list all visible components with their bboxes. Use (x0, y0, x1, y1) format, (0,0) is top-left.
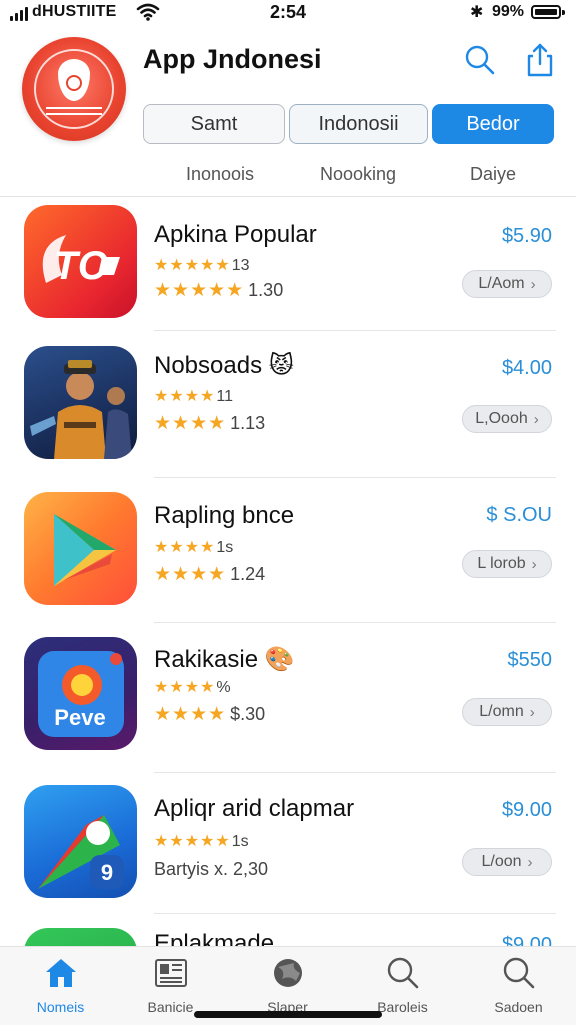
segment-samt[interactable]: Samt (143, 104, 285, 144)
page-title: App Jndonesi (143, 44, 322, 74)
rating-stars: ★★★★ $.30 (154, 704, 266, 725)
app-price: $9.00 (501, 799, 552, 821)
chevron-right-icon: › (531, 555, 537, 573)
chevron-right-icon: › (529, 703, 535, 721)
battery-icon (531, 5, 561, 19)
app-price: $550 (507, 649, 553, 671)
row-divider (154, 477, 556, 478)
svg-text:Peve: Peve (54, 705, 105, 730)
subtab-daiye[interactable]: Daiye (470, 164, 516, 185)
app-price: $5.90 (501, 225, 552, 247)
app-logo (22, 37, 126, 141)
share-icon[interactable] (522, 42, 558, 78)
tab-search-2[interactable]: Sadoen (461, 947, 576, 1025)
rating-stars-small: ★★★★% (154, 679, 231, 696)
app-name: Apkina Popular (154, 221, 317, 248)
row-divider (154, 913, 556, 914)
app-icon-apkina: TC (24, 205, 137, 318)
get-button[interactable]: L/Aom › (462, 270, 552, 298)
svg-text:TC: TC (53, 244, 107, 288)
news-icon (155, 959, 187, 987)
app-icon-eplakmade (24, 928, 137, 946)
search-icon (387, 957, 419, 989)
rating-stars: ★★★★ 1.13 (154, 413, 266, 434)
segment-indonosii[interactable]: Indonosii (289, 104, 428, 144)
subtab-noooking[interactable]: Noooking (320, 164, 396, 185)
search-icon (503, 957, 535, 989)
battery-percent: 99% (492, 3, 525, 20)
battery-tip (562, 10, 565, 15)
rating-stars: ★★★★★ 1.30 (154, 280, 284, 301)
bluetooth-icon: ✱ (470, 4, 484, 21)
chevron-right-icon: › (527, 853, 533, 871)
get-button[interactable]: L/omn › (462, 698, 552, 726)
app-icon-nobsoads (24, 346, 137, 459)
app-icon-apliqr: 9 (24, 785, 137, 898)
get-button[interactable]: L,Oooh › (462, 405, 552, 433)
app-name: Apliqr arid clapmar (154, 795, 355, 822)
app-price: $ S.OU (486, 504, 552, 526)
rating-stars-small: ★★★★★1s (154, 833, 249, 850)
list-item[interactable]: Eplakmade $9.00 (0, 928, 576, 946)
rating-stars: ★★★★ 1.24 (154, 564, 266, 585)
row-divider (154, 330, 556, 331)
rating-stars-small: ★★★★1s (154, 539, 234, 556)
search-icon[interactable] (462, 42, 498, 78)
row-divider (154, 622, 556, 623)
app-name: Eplakmade (154, 930, 275, 946)
header-divider (0, 196, 576, 197)
chevron-right-icon: › (533, 410, 539, 428)
globe-icon (274, 959, 302, 987)
rating-text: Bartyis x. 2,30 (154, 859, 269, 879)
get-button[interactable]: L lorob › (462, 550, 552, 578)
clock: 2:54 (269, 2, 307, 22)
chevron-right-icon: › (530, 275, 536, 293)
row-divider (154, 772, 556, 773)
app-icon-rapling (24, 492, 137, 605)
app-name: Rakikasie 🎨 (154, 646, 295, 673)
sub-tabs: Inonoois Noooking Daiye (0, 164, 576, 188)
app-icon-rakikasie: Peve (24, 637, 137, 750)
home-indicator (194, 1011, 382, 1018)
rating-stars-small: ★★★★★13 (154, 257, 250, 274)
status-bar: dHUSTIITE 2:54 ✱ 99% (0, 0, 576, 26)
rating-stars-small: ★★★★11 (154, 388, 233, 405)
get-button[interactable]: L/oon › (462, 848, 552, 876)
home-icon (46, 959, 76, 987)
app-name: Rapling bnce (154, 502, 295, 529)
subtab-inonoois[interactable]: Inonoois (186, 164, 254, 185)
segment-bedor[interactable]: Bedor (432, 104, 554, 144)
tab-home[interactable]: Nomeis (3, 947, 118, 1025)
app-price: $4.00 (501, 357, 552, 379)
svg-text:9: 9 (101, 860, 113, 885)
app-name: Nobsoads 😾 (154, 352, 294, 379)
app-price: $9.00 (501, 934, 552, 946)
